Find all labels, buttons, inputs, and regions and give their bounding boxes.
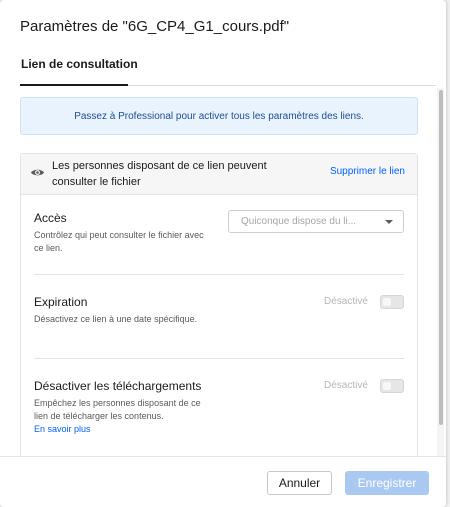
expiration-state-label: Désactivé <box>324 296 368 307</box>
save-button[interactable]: Enregistrer <box>345 471 429 495</box>
downloads-toggle[interactable] <box>380 379 404 393</box>
link-permission-text: Les personnes disposant de ce lien peuve… <box>52 160 267 188</box>
chevron-down-icon <box>385 220 393 224</box>
expiration-title: Expiration <box>34 295 88 309</box>
settings-dialog: Paramètres de "6G_CP4_G1_cours.pdf" Lien… <box>0 0 446 507</box>
remove-link-button[interactable]: Supprimer le lien <box>330 166 405 177</box>
expiration-description: Désactivez ce lien à une date spécifique… <box>34 314 198 324</box>
scrollbar-thumb[interactable] <box>439 90 443 425</box>
toggle-knob <box>383 382 391 390</box>
access-description: Contrôlez qui peut consulter le fichier … <box>34 230 204 253</box>
access-select[interactable]: Quiconque dispose du li... <box>228 210 404 233</box>
link-settings-panel: Les personnes disposant de ce lien peuve… <box>20 153 418 456</box>
section-divider <box>34 274 404 275</box>
link-panel-header: Les personnes disposant de ce lien peuve… <box>21 154 417 195</box>
downloads-state-label: Désactivé <box>324 380 368 391</box>
access-select-value: Quiconque dispose du li... <box>241 216 357 227</box>
dialog-footer: Annuler Enregistrer <box>0 456 446 507</box>
cancel-button[interactable]: Annuler <box>267 471 332 495</box>
settings-scroll-area: Passez à Professional pour activer tous … <box>0 86 446 456</box>
eye-icon <box>30 169 45 176</box>
tab-view-link[interactable]: Lien de consultation <box>21 57 138 71</box>
expiration-toggle[interactable] <box>380 295 404 309</box>
access-title: Accès <box>34 211 67 225</box>
toggle-knob <box>383 298 391 306</box>
dialog-title: Paramètres de "6G_CP4_G1_cours.pdf" <box>20 18 290 35</box>
downloads-title: Désactiver les téléchargements <box>34 379 202 393</box>
upgrade-banner-text: Passez à Professional pour activer tous … <box>74 110 364 122</box>
upgrade-banner: Passez à Professional pour activer tous … <box>20 97 418 135</box>
learn-more-link[interactable]: En savoir plus <box>34 424 91 434</box>
section-divider <box>34 358 404 359</box>
downloads-description: Empêchez les personnes disposant de ce l… <box>34 398 201 421</box>
